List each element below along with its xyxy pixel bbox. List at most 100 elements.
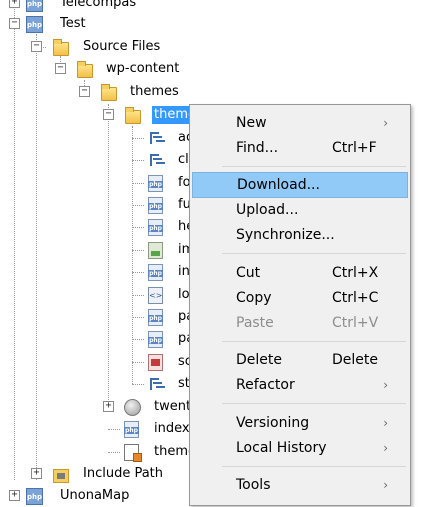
library-folder-icon [53,469,69,483]
menu-item-synchronize[interactable]: Synchronize... [192,223,408,247]
menu-item-paste[interactable]: Paste Ctrl+V [192,311,408,335]
menu-item-label: Find... [236,140,279,156]
menu-item-label: Local History [236,440,327,456]
tree-node-label: Source Files [83,39,161,54]
tree-node-theme-selected[interactable]: − theme [0,104,198,126]
folder-icon [77,61,93,78]
tree-node-test[interactable]: − php Test [0,13,190,35]
theme-file-icon [124,444,142,462]
expand-toggle[interactable]: + [9,0,20,8]
source-folder-icon [53,39,69,56]
context-menu: New › Find... Ctrl+F Download... Upload.… [189,104,411,506]
css-file-icon [148,152,164,168]
tree-node-file[interactable]: php pa [0,306,194,328]
menu-item-label: Delete [236,352,282,368]
expand-toggle[interactable]: + [9,490,20,501]
tree-node-twenty[interactable]: + twenty [0,396,199,418]
script-file-icon: <> [148,287,163,304]
tree-node-file[interactable]: <> lo [0,284,190,306]
tree-node-telecompas[interactable]: + php Telecompas [0,0,190,14]
menu-item-delete[interactable]: Delete Delete [192,348,408,372]
tree-node-file[interactable]: st [0,373,190,395]
tree-node-label: Include Path [83,466,164,481]
php-project-icon: php [26,0,43,12]
menu-item-versioning[interactable]: Versioning › [192,411,408,435]
menu-item-cut[interactable]: Cut Ctrl+X [192,261,408,285]
submenu-arrow-icon: › [383,116,388,130]
menu-item-new[interactable]: New › [192,111,408,135]
collapse-toggle[interactable]: − [9,18,20,29]
menu-item-label: Synchronize... [236,227,335,243]
collapse-toggle[interactable]: − [55,63,66,74]
menu-item-refactor[interactable]: Refactor › [192,373,408,397]
menu-item-label: Cut [236,265,261,281]
tree-node-file[interactable]: ac [0,127,193,149]
submenu-arrow-icon: › [383,416,388,430]
menu-item-shortcut: Delete [332,352,378,368]
php-file-icon: php [148,264,163,281]
tree-node-file[interactable]: sc [0,351,192,373]
tree-node-source-files[interactable]: − Source Files [0,36,190,58]
php-project-icon: php [26,488,43,505]
menu-item-shortcut: Ctrl+X [332,265,379,281]
tree-node-themes[interactable]: − themes [0,81,190,103]
tree-node-file[interactable]: theme [0,441,196,463]
php-file-icon: php [148,309,163,326]
menu-item-tools[interactable]: Tools › [192,473,408,497]
tree-node-file[interactable]: php fo [0,172,191,194]
menu-item-local-history[interactable]: Local History › [192,436,408,460]
menu-item-shortcut: Ctrl+V [332,315,379,331]
menu-item-download[interactable]: Download... [192,172,408,198]
menu-item-label: Upload... [236,202,299,218]
submenu-arrow-icon: › [383,441,388,455]
tree-node-label: wp-content [106,61,180,76]
php-project-icon: php [26,16,43,33]
menu-item-label: Copy [236,290,272,306]
menu-item-shortcut: Ctrl+F [332,140,377,156]
menu-item-label: Download... [237,177,320,193]
tree-node-wp-content[interactable]: − wp-content [0,58,190,80]
globe-folder-icon [124,399,141,416]
css-file-icon [148,376,164,392]
tree-node-file[interactable]: php he [0,216,194,238]
php-file-icon: php [124,421,139,438]
submenu-arrow-icon: › [383,378,388,392]
tree-node-label: themes [130,84,179,99]
image-file-icon [148,242,163,259]
php-file-icon: php [148,331,163,348]
tree-node-label: lo [178,287,190,302]
collapse-toggle[interactable]: − [31,41,42,52]
menu-item-label: Paste [236,315,274,331]
menu-separator [222,341,406,342]
menu-item-label: Versioning [236,415,310,431]
tree-node-file[interactable]: php index. [0,418,194,440]
tree-node-file[interactable]: php fu [0,194,191,216]
menu-item-copy[interactable]: Copy Ctrl+C [192,286,408,310]
tree-node-label: Telecompas [60,0,137,10]
php-file-icon: php [148,219,163,236]
submenu-arrow-icon: › [383,478,388,492]
menu-separator [222,466,406,467]
tree-node-include-path[interactable]: + Include Path [0,463,190,485]
collapse-toggle[interactable]: − [103,109,114,120]
expand-toggle[interactable]: + [103,401,114,412]
tree-node-unonamap[interactable]: + php UnonaMap [0,485,190,507]
menu-item-label: Refactor [236,377,295,393]
tree-node-file[interactable]: php in [0,261,190,283]
menu-separator [222,253,406,254]
collapse-toggle[interactable]: − [79,86,90,97]
menu-item-find[interactable]: Find... Ctrl+F [192,136,408,160]
menu-item-label: Tools [236,477,271,493]
folder-icon [101,84,117,101]
css-file-icon [148,130,164,146]
tree-node-file[interactable]: php pa [0,328,194,350]
expand-toggle[interactable]: + [31,468,42,479]
tree-node-label: UnonaMap [60,488,130,503]
php-file-icon: php [148,175,163,192]
menu-item-label: New [236,115,267,131]
menu-item-upload[interactable]: Upload... [192,198,408,222]
menu-separator [222,166,406,167]
tree-node-file[interactable]: im [0,239,194,261]
tree-node-file[interactable]: cl [0,149,190,171]
menu-separator [222,403,406,404]
